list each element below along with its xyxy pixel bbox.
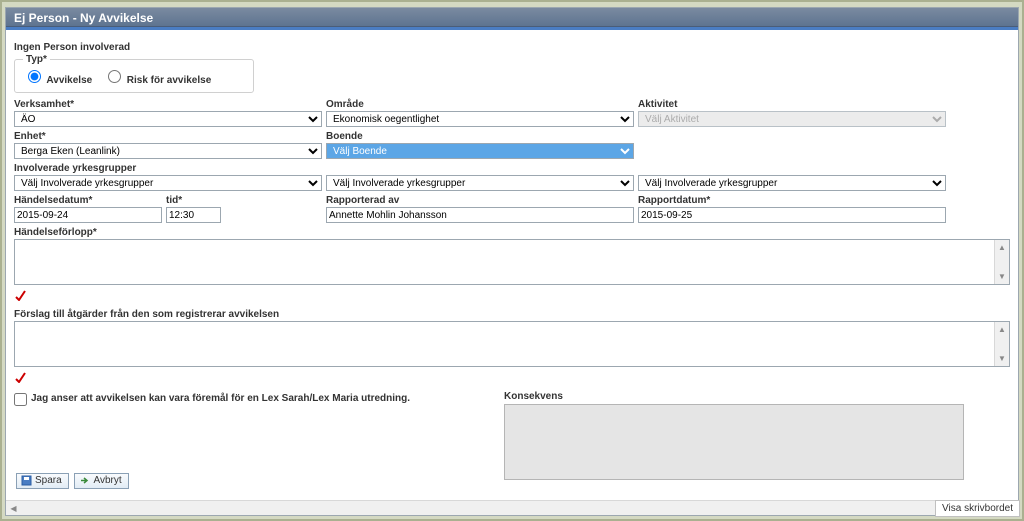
scrollbar[interactable]: ▲ ▼ <box>994 240 1009 284</box>
typ-group: Typ* Avvikelse Risk för avvikelse <box>14 59 254 93</box>
spellcheck-icon[interactable] <box>14 369 26 383</box>
typ-option-risk[interactable]: Risk för avvikelse <box>103 75 211 86</box>
typ-radio-risk[interactable] <box>108 70 121 83</box>
label-konsekvens: Konsekvens <box>504 391 964 402</box>
show-desktop-button[interactable]: Visa skrivbordet <box>935 500 1020 517</box>
label-rapporterad-av: Rapporterad av <box>326 195 634 206</box>
label-handelsedatum: Händelsedatum* <box>14 195 162 206</box>
spellcheck-icon[interactable] <box>14 287 26 301</box>
save-icon <box>21 475 32 486</box>
select-verksamhet[interactable]: ÄO <box>14 111 322 127</box>
typ-legend: Typ* <box>23 54 50 65</box>
arrow-right-icon <box>79 475 90 486</box>
label-aktivitet: Aktivitet <box>638 99 946 110</box>
input-tid[interactable] <box>166 207 221 223</box>
page-heading: Ingen Person involverad <box>14 42 1010 53</box>
label-verksamhet: Verksamhet* <box>14 99 322 110</box>
scroll-down-icon[interactable]: ▼ <box>995 351 1009 366</box>
label-handelseforlopp: Händelseförlopp* <box>14 227 1010 238</box>
textarea-handelseforlopp[interactable]: ▲ ▼ <box>14 239 1010 285</box>
select-yrkesgrupper-3[interactable]: Välj Involverade yrkesgrupper <box>638 175 946 191</box>
input-rapportdatum[interactable] <box>638 207 946 223</box>
typ-option-avvikelse[interactable]: Avvikelse <box>23 75 95 86</box>
window-title: Ej Person - Ny Avvikelse <box>14 11 153 25</box>
input-rapporterad-av[interactable] <box>326 207 634 223</box>
scroll-left-icon[interactable]: ◀ <box>6 501 21 516</box>
konsekvens-box <box>504 404 964 480</box>
checkbox-lex[interactable] <box>14 393 27 406</box>
scroll-up-icon[interactable]: ▲ <box>995 240 1009 255</box>
scrollbar[interactable]: ▲ ▼ <box>994 322 1009 366</box>
cancel-button[interactable]: Avbryt <box>74 473 128 489</box>
label-omrade: Område <box>326 99 634 110</box>
select-omrade[interactable]: Ekonomisk oegentlighet <box>326 111 634 127</box>
label-enhet: Enhet* <box>14 131 322 142</box>
select-aktivitet: Välj Aktivitet <box>638 111 946 127</box>
input-handelsedatum[interactable] <box>14 207 162 223</box>
select-yrkesgrupper-1[interactable]: Välj Involverade yrkesgrupper <box>14 175 322 191</box>
window-titlebar: Ej Person - Ny Avvikelse <box>6 8 1018 27</box>
label-rapportdatum: Rapportdatum* <box>638 195 946 206</box>
label-yrkesgrupper: Involverade yrkesgrupper <box>14 163 322 174</box>
textarea-forslag[interactable]: ▲ ▼ <box>14 321 1010 367</box>
window: Ej Person - Ny Avvikelse Ingen Person in… <box>5 7 1019 516</box>
label-boende: Boende <box>326 131 634 142</box>
select-boende[interactable]: Välj Boende <box>326 143 634 159</box>
label-forslag: Förslag till åtgärder från den som regis… <box>14 309 1010 320</box>
select-yrkesgrupper-2[interactable]: Välj Involverade yrkesgrupper <box>326 175 634 191</box>
save-button[interactable]: Spara <box>16 473 69 489</box>
select-enhet[interactable]: Berga Eken (Leanlink) <box>14 143 322 159</box>
scroll-down-icon[interactable]: ▼ <box>995 269 1009 284</box>
checkbox-lex-label: Jag anser att avvikelsen kan vara föremå… <box>31 393 410 404</box>
horizontal-scrollbar[interactable]: ◀ <box>6 500 1018 515</box>
label-tid: tid* <box>166 195 221 206</box>
scroll-up-icon[interactable]: ▲ <box>995 322 1009 337</box>
typ-radio-avvikelse[interactable] <box>28 70 41 83</box>
